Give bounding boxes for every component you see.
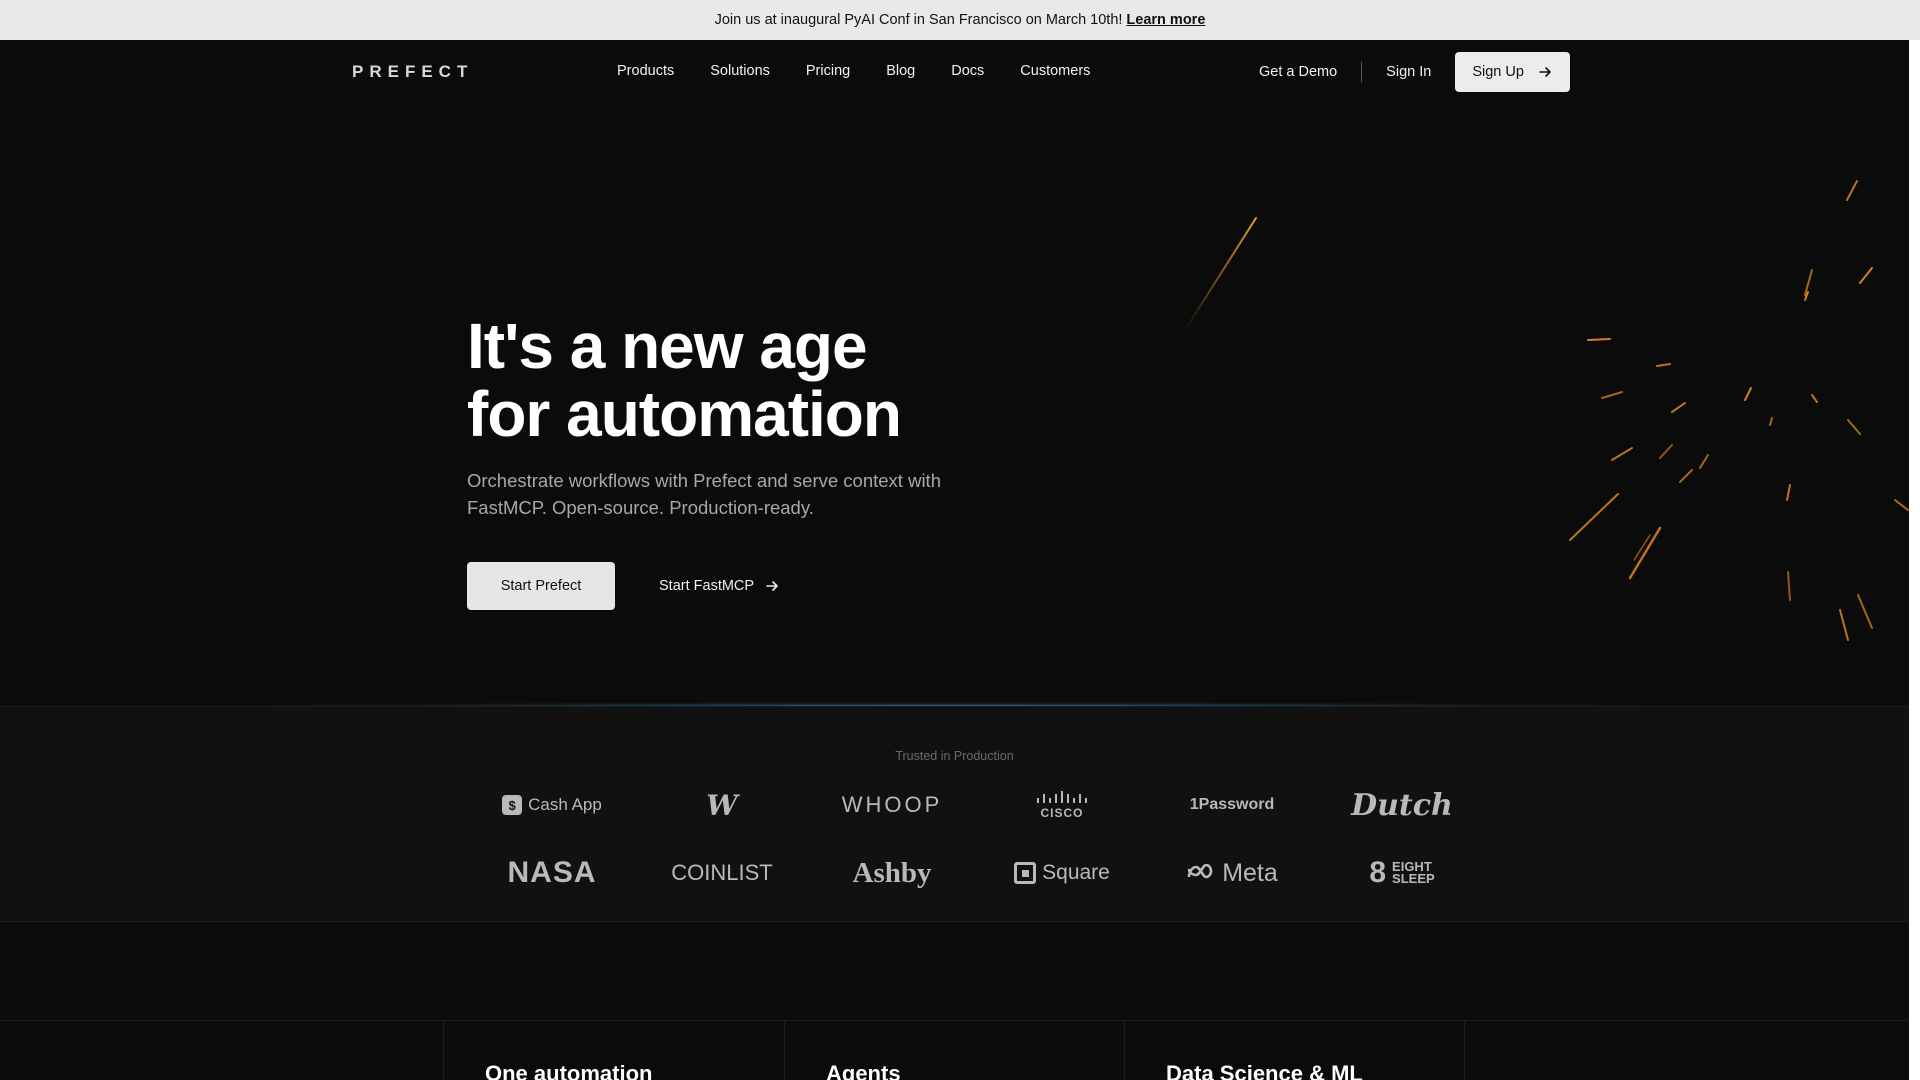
cash-app-label: Cash App (528, 795, 602, 814)
ashby-logo: Ashby (852, 856, 932, 889)
square-icon (1014, 862, 1037, 884)
square-logo: Square (977, 851, 1147, 895)
eight-sleep-text: EIGHT SLEEP (1392, 860, 1435, 886)
whoop-logo: WHOOP (841, 792, 943, 817)
use-case-cards: One automation Agents Data Science & ML (0, 1020, 1909, 1080)
onepassword-label: 1Password (1189, 796, 1275, 813)
card-data-science[interactable]: Data Science & ML (1124, 1021, 1465, 1080)
hero-subtitle: Orchestrate workflows with Prefect and s… (467, 470, 941, 518)
page: Join us at inaugural PyAI Conf in San Fr… (0, 0, 1920, 1080)
coinlist-logo: COINLIST (671, 860, 773, 885)
card-agents[interactable]: Agents (784, 1021, 1124, 1080)
horizon-glow (0, 620, 1909, 708)
card-title: Data Science & ML (1166, 1061, 1363, 1080)
card-one-automation[interactable]: One automation (443, 1021, 784, 1080)
cash-app-icon: $ (502, 795, 523, 815)
start-fastmcp-label: Start FastMCP (659, 578, 755, 594)
hero-title-line1: It's a new age (467, 310, 868, 382)
dutch-logo: Dutch (1351, 787, 1453, 823)
scrollbar-track[interactable] (1909, 40, 1920, 1080)
trusted-label: Trusted in Production (895, 749, 1014, 763)
eight-sleep-line2: SLEEP (1392, 871, 1435, 886)
hero-title-line2: for automation (467, 378, 902, 450)
arrow-right-icon (766, 581, 778, 591)
cisco-logo: CISCO (977, 783, 1147, 827)
cisco-label: CISCO (1040, 805, 1084, 820)
start-fastmcp-button[interactable]: Start FastMCP (659, 562, 780, 610)
spark-decoration (1184, 180, 1909, 641)
cisco-bars-icon (1037, 790, 1087, 803)
card-title: Agents (826, 1061, 901, 1080)
onepassword-logo: 1Password (1147, 783, 1317, 827)
hero-title: It's a new age for automation (467, 310, 902, 450)
meta-logo: Meta (1147, 851, 1317, 895)
start-prefect-button[interactable]: Start Prefect (467, 562, 615, 610)
cash-app-logo: $ Cash App (467, 783, 637, 827)
meta-label: Meta (1222, 858, 1278, 887)
customer-logo-grid: $ Cash App W WHOOP CISCO 1Password Dutch (467, 783, 1487, 895)
eight-sleep-logo: 8 EIGHT SLEEP (1317, 851, 1487, 895)
nasa-logo: NASA (507, 856, 597, 889)
trusted-logos-section: Trusted in Production $ Cash App W WHOOP… (0, 706, 1909, 922)
washington-post-logo: W (706, 788, 738, 822)
meta-infinity-icon (1187, 864, 1213, 879)
card-title: One automation (485, 1061, 653, 1080)
eight-sleep-mark: 8 (1369, 856, 1387, 889)
square-label: Square (1042, 861, 1110, 884)
